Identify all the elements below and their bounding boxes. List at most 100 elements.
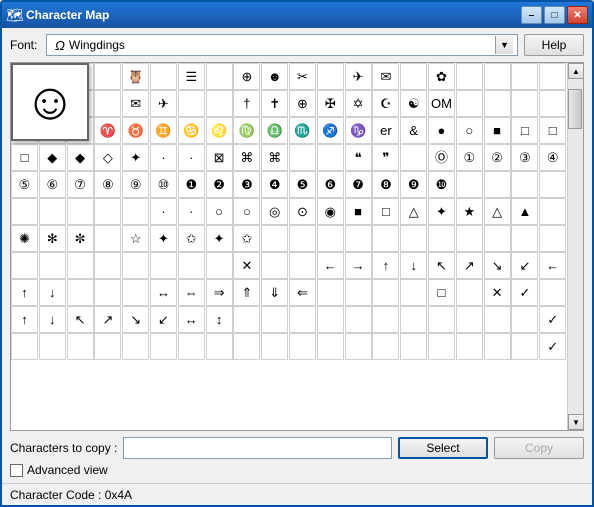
char-cell[interactable]: □ (11, 144, 38, 171)
char-cell[interactable] (345, 225, 372, 252)
char-cell[interactable]: ⌘ (261, 144, 288, 171)
char-cell[interactable] (539, 198, 566, 225)
char-cell[interactable]: ← (317, 252, 344, 279)
char-cell[interactable]: □ (539, 117, 566, 144)
char-cell[interactable] (94, 90, 121, 117)
select-button[interactable]: Select (398, 437, 488, 459)
char-cell[interactable]: □ (372, 198, 399, 225)
char-cell[interactable] (400, 306, 427, 333)
char-cell[interactable] (428, 333, 455, 360)
char-cell[interactable]: ♏ (289, 117, 316, 144)
char-cell[interactable] (233, 306, 260, 333)
char-cell[interactable] (150, 252, 177, 279)
char-cell[interactable] (456, 171, 483, 198)
char-cell[interactable] (317, 333, 344, 360)
char-cell[interactable]: ❞ (372, 144, 399, 171)
char-cell[interactable] (178, 252, 205, 279)
char-cell[interactable]: ✉ (372, 63, 399, 90)
char-cell[interactable]: ⑥ (39, 171, 66, 198)
char-cell[interactable] (484, 225, 511, 252)
char-cell[interactable]: ✝ (261, 90, 288, 117)
char-cell[interactable] (400, 333, 427, 360)
help-button[interactable]: Help (524, 34, 584, 56)
advanced-view-checkbox[interactable] (10, 464, 23, 477)
char-cell[interactable]: ⑨ (122, 171, 149, 198)
char-cell[interactable] (289, 252, 316, 279)
char-cell[interactable]: ↘ (484, 252, 511, 279)
char-cell[interactable]: ✩ (233, 225, 260, 252)
char-cell[interactable]: ⊕ (289, 90, 316, 117)
char-cell[interactable]: ⊠ (206, 144, 233, 171)
char-cell[interactable]: · (150, 144, 177, 171)
char-cell[interactable] (372, 225, 399, 252)
char-cell[interactable]: ✉ (122, 90, 149, 117)
char-cell[interactable] (67, 333, 94, 360)
char-cell[interactable] (67, 252, 94, 279)
char-cell[interactable] (150, 333, 177, 360)
char-cell[interactable] (372, 333, 399, 360)
char-cell[interactable]: ✺ (11, 225, 38, 252)
char-cell[interactable]: ■ (345, 198, 372, 225)
char-cell[interactable] (94, 198, 121, 225)
char-cell[interactable]: ↖ (67, 306, 94, 333)
char-cell[interactable]: ✦ (206, 225, 233, 252)
char-cell[interactable] (400, 279, 427, 306)
char-cell[interactable]: ↔ (150, 279, 177, 306)
char-cell[interactable]: ☪ (372, 90, 399, 117)
char-cell[interactable]: 🦉 (122, 63, 149, 90)
char-cell[interactable]: △ (484, 198, 511, 225)
char-cell[interactable] (261, 306, 288, 333)
char-cell[interactable] (317, 279, 344, 306)
char-cell[interactable] (372, 306, 399, 333)
char-cell[interactable] (39, 252, 66, 279)
char-cell[interactable]: ✻ (39, 225, 66, 252)
char-cell[interactable] (289, 333, 316, 360)
char-cell[interactable] (539, 225, 566, 252)
scroll-down-arrow[interactable]: ▼ (568, 414, 584, 430)
char-cell[interactable]: ⇓ (261, 279, 288, 306)
char-cell[interactable]: ↙ (150, 306, 177, 333)
char-cell[interactable] (511, 63, 538, 90)
char-cell[interactable]: ♌ (206, 117, 233, 144)
char-cell[interactable]: ◉ (317, 198, 344, 225)
char-cell[interactable]: ⑦ (67, 171, 94, 198)
char-cell[interactable]: ★ (456, 198, 483, 225)
char-cell[interactable]: † (233, 90, 260, 117)
char-cell[interactable]: ❺ (289, 171, 316, 198)
char-cell[interactable]: ✠ (317, 90, 344, 117)
char-cell[interactable]: ◆ (39, 144, 66, 171)
char-cell[interactable] (317, 63, 344, 90)
char-cell[interactable] (94, 63, 121, 90)
char-cell[interactable] (484, 63, 511, 90)
char-cell[interactable]: ✦ (122, 144, 149, 171)
char-cell[interactable]: ♊ (150, 117, 177, 144)
char-cell[interactable]: ↘ (122, 306, 149, 333)
char-cell[interactable]: ❾ (400, 171, 427, 198)
char-cell[interactable] (122, 252, 149, 279)
char-cell[interactable]: ✈ (345, 63, 372, 90)
char-cell[interactable]: ❻ (317, 171, 344, 198)
char-cell[interactable] (94, 252, 121, 279)
char-cell[interactable]: ◎ (261, 198, 288, 225)
char-cell[interactable]: · (178, 144, 205, 171)
char-cell[interactable]: ⑩ (150, 171, 177, 198)
char-cell[interactable]: ✕ (233, 252, 260, 279)
char-cell[interactable] (484, 90, 511, 117)
char-cell[interactable] (539, 90, 566, 117)
char-cell[interactable]: ☻ (261, 63, 288, 90)
char-cell[interactable] (206, 63, 233, 90)
char-cell[interactable] (206, 90, 233, 117)
char-cell[interactable]: ❼ (345, 171, 372, 198)
char-cell[interactable]: ❷ (206, 171, 233, 198)
char-cell[interactable]: ← (539, 252, 566, 279)
char-cell[interactable] (261, 252, 288, 279)
char-cell[interactable] (428, 306, 455, 333)
char-cell[interactable]: ♉ (122, 117, 149, 144)
char-cell[interactable] (456, 306, 483, 333)
char-cell[interactable]: ① (456, 144, 483, 171)
char-cell[interactable] (206, 252, 233, 279)
char-cell[interactable] (289, 306, 316, 333)
char-cell[interactable] (511, 225, 538, 252)
char-cell[interactable]: ↖ (428, 252, 455, 279)
char-cell[interactable]: ↕ (206, 306, 233, 333)
